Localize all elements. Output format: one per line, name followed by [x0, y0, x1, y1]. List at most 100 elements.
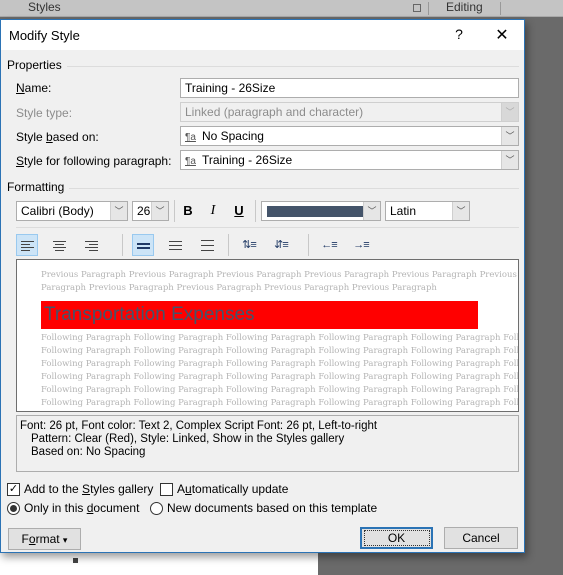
toolbar-separator: [174, 200, 175, 222]
underline-button[interactable]: U: [228, 200, 250, 222]
name-input[interactable]: Training - 26Size: [180, 78, 519, 98]
following-paragraph-select[interactable]: ¶a Training - 26Size ﹀: [180, 150, 519, 170]
only-this-document-label: Only in this document: [24, 501, 139, 515]
group-divider: [67, 66, 519, 67]
increase-paragraph-spacing-button[interactable]: ⇅≡: [238, 234, 260, 256]
decrease-paragraph-spacing-button[interactable]: ⇵≡: [270, 234, 292, 256]
label-text: F: [21, 532, 29, 546]
decrease-spacing-icon: ⇵≡: [274, 239, 289, 251]
name-label: Name:: [16, 81, 51, 95]
toolbar-separator: [228, 234, 229, 256]
font-color-select[interactable]: ﹀: [261, 201, 381, 221]
add-to-gallery-label: Add to the Styles gallery: [24, 482, 153, 496]
dropdown-arrow-icon: ▾: [62, 535, 68, 545]
double-spacing-icon: [200, 236, 214, 255]
label-text: A: [177, 482, 186, 496]
accel-key: u: [185, 482, 192, 496]
following-paragraph-label: Style for following paragraph:: [16, 154, 171, 168]
italic-button[interactable]: I: [202, 200, 224, 222]
font-size-value: 26: [137, 204, 151, 218]
auto-update-checkbox[interactable]: [160, 483, 173, 496]
name-value: Training - 26Size: [185, 81, 276, 95]
following-paragraph-line: Following Paragraph Following Paragraph …: [41, 359, 519, 369]
chevron-down-icon[interactable]: ﹀: [110, 202, 127, 220]
style-type-value: Linked (paragraph and character): [185, 105, 364, 119]
label-text: ocument: [93, 501, 140, 515]
styles-dialog-launcher-icon[interactable]: [413, 4, 421, 12]
label-text: rmat: [35, 532, 60, 546]
increase-spacing-icon: ⇅≡: [242, 239, 257, 251]
chevron-down-icon[interactable]: ﹀: [501, 127, 518, 145]
help-button[interactable]: ?: [449, 26, 469, 42]
linked-style-icon: ¶a: [185, 132, 196, 143]
close-button[interactable]: ✕: [491, 25, 513, 45]
decrease-indent-button[interactable]: ←≡: [318, 234, 340, 256]
toolbar-separator: [308, 234, 309, 256]
bold-button[interactable]: B: [177, 200, 199, 222]
increase-indent-button[interactable]: →≡: [350, 234, 372, 256]
properties-group-label: Properties: [7, 58, 62, 72]
ok-label: OK: [363, 530, 430, 546]
label-text: Style: [16, 130, 47, 144]
dialog-title: Modify Style: [9, 28, 80, 43]
one-half-spacing-icon: [168, 238, 182, 253]
label-text: tyle for following paragraph:: [24, 154, 172, 168]
following-paragraph-line: Following Paragraph Following Paragraph …: [41, 346, 519, 356]
font-name-select[interactable]: Calibri (Body) ﹀: [16, 201, 128, 221]
increase-indent-icon: →≡: [353, 239, 369, 251]
font-size-select[interactable]: 26 ﹀: [132, 201, 169, 221]
ok-button[interactable]: OK: [360, 527, 433, 549]
previous-paragraph-line: Paragraph Previous Paragraph Previous Pa…: [41, 283, 437, 293]
linked-style-icon: ¶a: [185, 156, 196, 167]
align-left-button[interactable]: [16, 234, 38, 256]
following-paragraph-value: Training - 26Size: [201, 153, 293, 167]
dialog-titlebar: Modify Style ? ✕: [1, 20, 524, 50]
accel-key: N: [16, 81, 25, 95]
accel-key: o: [28, 532, 36, 546]
label-text: Only in this: [24, 501, 87, 515]
ribbon-separator: [428, 2, 429, 15]
cancel-button[interactable]: Cancel: [444, 527, 518, 549]
label-text: tomatically update: [191, 482, 289, 496]
align-right-button[interactable]: [80, 234, 102, 256]
single-spacing-button[interactable]: [132, 234, 154, 256]
align-right-icon: [84, 239, 98, 253]
align-center-button[interactable]: [48, 234, 70, 256]
format-button[interactable]: Format ▾: [8, 528, 81, 550]
toolbar-divider: [16, 227, 519, 228]
chevron-down-icon[interactable]: ﹀: [501, 151, 518, 169]
label-text: ased on:: [52, 130, 99, 144]
document-marker: [73, 558, 78, 563]
double-spacing-button[interactable]: [196, 234, 218, 256]
chevron-down-icon: ﹀: [501, 103, 518, 121]
label-text: tyles gallery: [90, 482, 154, 496]
previous-paragraph-line: Previous Paragraph Previous Paragraph Pr…: [41, 270, 517, 280]
following-paragraph-line: Following Paragraph Following Paragraph …: [41, 333, 519, 343]
auto-update-label: Automatically update: [177, 482, 288, 496]
chevron-down-icon[interactable]: ﹀: [452, 202, 469, 220]
chevron-down-icon[interactable]: ﹀: [363, 202, 380, 220]
description-line: Pattern: Clear (Red), Style: Linked, Sho…: [31, 433, 345, 445]
based-on-select[interactable]: ¶a No Spacing ﹀: [180, 126, 519, 146]
align-center-icon: [52, 239, 66, 253]
description-line: Based on: No Spacing: [31, 446, 146, 458]
align-left-icon: [20, 239, 34, 253]
following-paragraph-line: Following Paragraph Following Paragraph …: [41, 385, 519, 395]
following-paragraph-line: Following Paragraph Following Paragraph …: [41, 398, 519, 408]
add-to-gallery-checkbox[interactable]: ✓: [7, 483, 20, 496]
new-documents-radio[interactable]: [150, 502, 163, 515]
word-ribbon: Styles Editing: [0, 0, 563, 17]
following-paragraph-line: Following Paragraph Following Paragraph …: [41, 372, 519, 382]
ribbon-group-styles-label: Styles: [28, 0, 61, 14]
label-text: ame:: [24, 81, 52, 95]
script-select[interactable]: Latin ﹀: [385, 201, 470, 221]
accel-key: S: [82, 482, 91, 496]
modify-style-dialog: Modify Style ? ✕ Properties Name: Traini…: [0, 19, 525, 553]
style-type-label: Style type:: [16, 106, 73, 120]
font-color-swatch: [267, 206, 363, 217]
style-preview: Previous Paragraph Previous Paragraph Pr…: [16, 259, 519, 412]
one-half-spacing-button[interactable]: [164, 234, 186, 256]
chevron-down-icon[interactable]: ﹀: [151, 202, 168, 220]
only-this-document-radio[interactable]: [7, 502, 20, 515]
preview-sample-text: Transportation Expenses: [41, 301, 478, 329]
